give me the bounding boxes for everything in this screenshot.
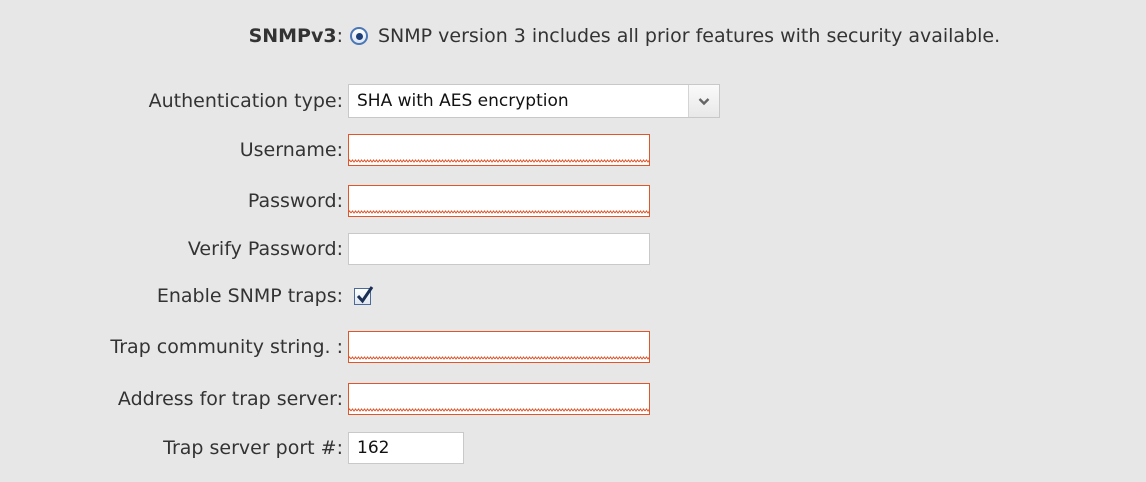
check-icon <box>356 285 374 303</box>
enable-traps-label: Enable SNMP traps: <box>156 285 343 307</box>
auth-type-label: Authentication type: <box>148 90 343 112</box>
trap-community-row: Trap community string. : <box>0 331 650 363</box>
password-row: Password: <box>0 185 650 217</box>
snmpv3-radio[interactable] <box>350 27 368 45</box>
enable-traps-checkbox[interactable] <box>354 285 374 305</box>
verify-password-row: Verify Password: <box>0 233 650 265</box>
auth-type-value: SHA with AES encryption <box>357 91 569 111</box>
password-input[interactable] <box>348 185 650 217</box>
snmpv3-label: SNMPv3: <box>248 25 343 47</box>
verify-password-input[interactable] <box>348 233 650 265</box>
snmp-settings-panel: SNMPv3: SNMP version 3 includes all prio… <box>0 0 1146 482</box>
snmpv3-row: SNMPv3: SNMP version 3 includes all prio… <box>0 20 1001 52</box>
snmpv3-description: SNMP version 3 includes all prior featur… <box>378 25 1001 47</box>
username-row: Username: <box>0 134 650 166</box>
auth-type-row: Authentication type: SHA with AES encryp… <box>0 84 720 118</box>
verify-password-label: Verify Password: <box>187 238 343 260</box>
enable-traps-row: Enable SNMP traps: <box>0 280 374 312</box>
username-input[interactable] <box>348 134 650 166</box>
username-label: Username: <box>239 139 343 161</box>
trap-port-label: Trap server port #: <box>163 437 343 459</box>
trap-address-row: Address for trap server: <box>0 383 650 415</box>
trap-address-input[interactable] <box>348 383 650 415</box>
trap-community-label: Trap community string. : <box>110 336 343 358</box>
auth-type-select[interactable]: SHA with AES encryption <box>348 84 720 118</box>
trap-community-input[interactable] <box>348 331 650 363</box>
trap-port-row: Trap server port #: 162 <box>0 432 464 464</box>
password-label: Password: <box>247 190 343 212</box>
chevron-down-icon[interactable] <box>688 85 719 117</box>
radio-selected-dot <box>355 32 363 40</box>
trap-address-label: Address for trap server: <box>117 388 343 410</box>
trap-port-input[interactable]: 162 <box>348 432 464 464</box>
